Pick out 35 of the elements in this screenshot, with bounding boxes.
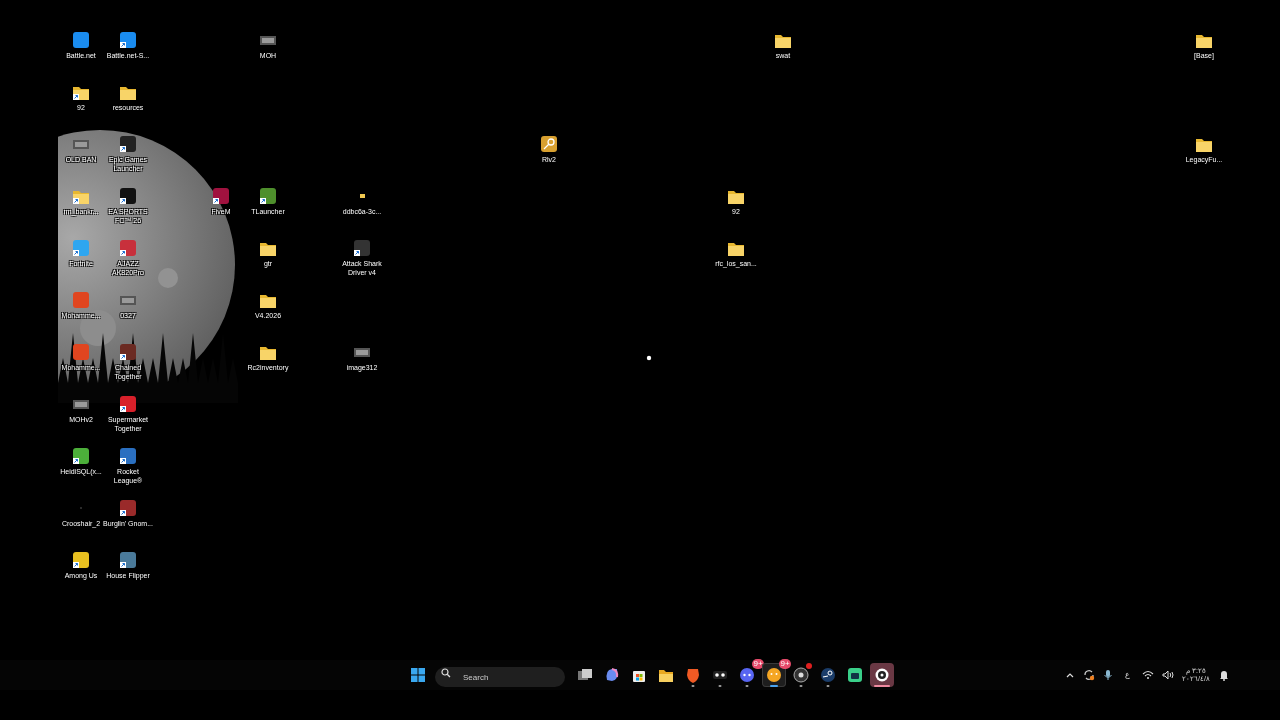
- ring-icon: [873, 666, 891, 684]
- shortcut-app-icon[interactable]: [119, 499, 137, 517]
- app-icon[interactable]: [72, 343, 90, 361]
- bell-icon[interactable]: [1218, 669, 1230, 681]
- app-icon[interactable]: [72, 31, 90, 49]
- microphone-icon[interactable]: [1103, 669, 1114, 681]
- ring-taskbar-button[interactable]: [870, 663, 894, 687]
- shortcut-app-icon[interactable]: [259, 187, 277, 205]
- count-badge: 9+: [779, 659, 791, 669]
- gear-disc-icon: [819, 666, 837, 684]
- shortcut-app-icon[interactable]: [353, 239, 371, 257]
- language-indicator[interactable]: ع: [1121, 669, 1135, 681]
- shortcut-app-icon[interactable]: [72, 551, 90, 569]
- shortcut-app-icon[interactable]: [119, 135, 137, 153]
- robot-icon: [846, 666, 864, 684]
- smiley-icon: [765, 666, 783, 684]
- count-badge: 9+: [752, 659, 764, 669]
- cursor-icon: [646, 355, 652, 361]
- shortcut-app-icon[interactable]: [212, 187, 230, 205]
- wifi-icon[interactable]: [1142, 670, 1155, 680]
- shortcut-app-icon[interactable]: [119, 551, 137, 569]
- chat-bubble-icon: [738, 666, 756, 684]
- key-icon[interactable]: [540, 135, 558, 153]
- shortcut-app-icon[interactable]: [119, 31, 137, 49]
- windows-icon: [409, 666, 427, 684]
- shortcut-app-icon[interactable]: [119, 395, 137, 413]
- search-field[interactable]: Search: [435, 667, 565, 688]
- shortcut-app-icon[interactable]: [119, 447, 137, 465]
- sync-icon[interactable]: [1083, 669, 1096, 681]
- shortcut-app-icon[interactable]: [119, 343, 137, 361]
- shortcut-app-icon[interactable]: [119, 187, 137, 205]
- volume-icon[interactable]: [1162, 670, 1175, 680]
- shortcut-app-icon[interactable]: [72, 447, 90, 465]
- shield-icon: [684, 666, 702, 684]
- circle-icon: [792, 666, 810, 684]
